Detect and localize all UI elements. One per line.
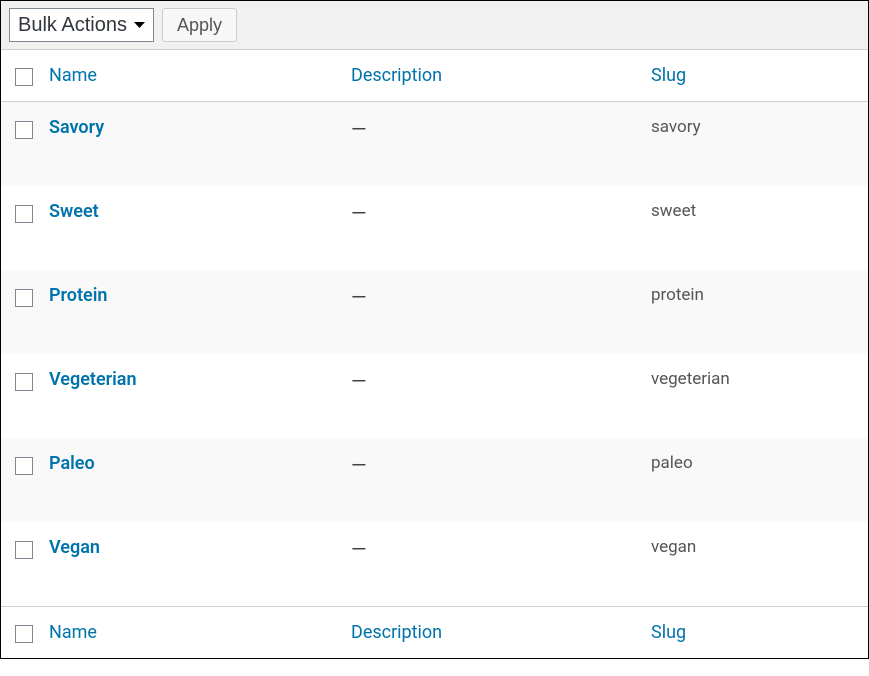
term-description: — (351, 201, 367, 225)
term-slug: vegeterian (651, 369, 730, 389)
row-check-cell (1, 354, 39, 438)
row-slug-cell: vegeterian (641, 354, 868, 438)
row-name-cell: Savory (39, 102, 341, 187)
column-footer-slug[interactable]: Slug (641, 607, 868, 659)
row-name-cell: Protein (39, 270, 341, 354)
term-slug: protein (651, 285, 704, 305)
term-description: — (351, 453, 367, 477)
term-slug: paleo (651, 453, 693, 473)
term-slug: sweet (651, 201, 696, 221)
term-name-link[interactable]: Protein (49, 285, 107, 306)
select-all-checkbox-footer[interactable] (15, 625, 33, 643)
select-all-header (1, 50, 39, 102)
row-slug-cell: vegan (641, 522, 868, 607)
row-name-cell: Sweet (39, 186, 341, 270)
row-slug-cell: protein (641, 270, 868, 354)
row-name-cell: Paleo (39, 438, 341, 522)
row-slug-cell: savory (641, 102, 868, 187)
column-footer-description[interactable]: Description (341, 607, 641, 659)
toolbar: Bulk Actions Apply (1, 1, 868, 50)
row-description-cell: — (341, 270, 641, 354)
taxonomy-table-panel: Bulk Actions Apply Name Description Slug… (0, 0, 869, 659)
row-description-cell: — (341, 354, 641, 438)
term-description: — (351, 117, 367, 141)
term-name-link[interactable]: Vegan (49, 537, 100, 558)
row-description-cell: — (341, 522, 641, 607)
row-name-cell: Vegeterian (39, 354, 341, 438)
term-slug: savory (651, 117, 701, 137)
row-checkbox[interactable] (15, 541, 33, 559)
row-check-cell (1, 522, 39, 607)
row-check-cell (1, 438, 39, 522)
row-checkbox[interactable] (15, 205, 33, 223)
row-check-cell (1, 270, 39, 354)
row-checkbox[interactable] (15, 373, 33, 391)
row-checkbox[interactable] (15, 289, 33, 307)
row-checkbox[interactable] (15, 457, 33, 475)
table-row: Savory — savory (1, 102, 868, 187)
terms-table: Name Description Slug Savory — savory Sweet… (1, 50, 868, 658)
row-description-cell: — (341, 438, 641, 522)
term-description: — (351, 537, 367, 561)
term-name-link[interactable]: Savory (49, 117, 104, 138)
term-name-link[interactable]: Paleo (49, 453, 95, 474)
term-description: — (351, 369, 367, 393)
row-slug-cell: paleo (641, 438, 868, 522)
row-check-cell (1, 102, 39, 187)
table-row: Paleo — paleo (1, 438, 868, 522)
row-name-cell: Vegan (39, 522, 341, 607)
term-slug: vegan (651, 537, 696, 557)
row-description-cell: — (341, 102, 641, 187)
table-row: Vegeterian — vegeterian (1, 354, 868, 438)
column-header-slug[interactable]: Slug (641, 50, 868, 102)
row-description-cell: — (341, 186, 641, 270)
term-name-link[interactable]: Sweet (49, 201, 99, 222)
apply-button[interactable]: Apply (162, 8, 237, 42)
column-footer-name[interactable]: Name (39, 607, 341, 659)
row-slug-cell: sweet (641, 186, 868, 270)
term-description: — (351, 285, 367, 309)
select-all-footer (1, 607, 39, 659)
bulk-actions-select[interactable]: Bulk Actions (9, 8, 154, 42)
row-checkbox[interactable] (15, 121, 33, 139)
row-check-cell (1, 186, 39, 270)
column-header-description[interactable]: Description (341, 50, 641, 102)
term-name-link[interactable]: Vegeterian (49, 369, 137, 390)
table-row: Protein — protein (1, 270, 868, 354)
column-header-name[interactable]: Name (39, 50, 341, 102)
table-row: Vegan — vegan (1, 522, 868, 607)
select-all-checkbox[interactable] (15, 68, 33, 86)
table-row: Sweet — sweet (1, 186, 868, 270)
